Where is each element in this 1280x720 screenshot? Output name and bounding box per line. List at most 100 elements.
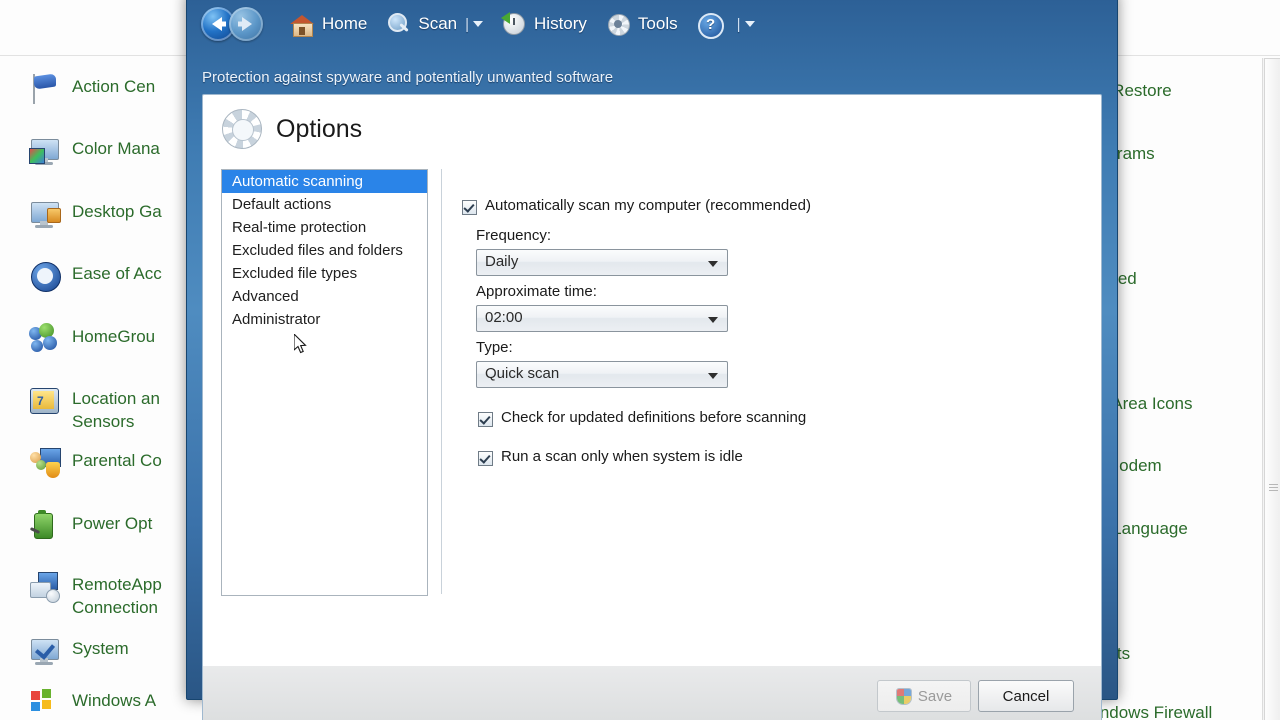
auto-scan-checkbox[interactable] (462, 200, 477, 215)
uac-shield-icon (895, 687, 912, 705)
windows-anytime-upgrade-icon (28, 686, 62, 720)
idle-scan-checkbox[interactable] (478, 451, 493, 466)
category-item-default-actions[interactable]: Default actions (222, 193, 427, 216)
toolbar-separator: | (465, 15, 470, 33)
mouse-cursor (294, 334, 307, 354)
toolbar-tools-label: Tools (637, 14, 678, 33)
cp-item-label: System (72, 639, 129, 658)
parental-controls-icon (28, 446, 62, 480)
toolbar-separator-2: | (736, 15, 741, 33)
check-updates-checkbox[interactable] (478, 412, 493, 427)
cancel-button[interactable]: Cancel (978, 680, 1074, 712)
options-dialog: Options Automatic scanning Default actio… (202, 94, 1102, 668)
page-title: Options (276, 115, 363, 143)
defender-subtitle: Protection against spyware and potential… (202, 69, 614, 86)
chevron-down-icon (708, 261, 718, 267)
chevron-down-icon-2[interactable] (744, 21, 755, 27)
cp-item-ease-of-access[interactable]: Ease of Acc (28, 259, 162, 293)
toolbar-home[interactable]: Home (289, 11, 367, 37)
toolbar-home-label: Home (322, 14, 368, 33)
toolbar-tools[interactable]: Tools (605, 11, 678, 37)
color-management-icon (28, 134, 62, 168)
flag-icon (28, 72, 62, 106)
approximate-time-label: Approximate time: (476, 283, 597, 300)
toolbar-history[interactable]: History (501, 11, 587, 37)
options-header: Options (203, 95, 1101, 159)
homegroup-icon (28, 322, 62, 356)
location-sensors-icon: 7 (28, 384, 62, 418)
cp-item-homegroup[interactable]: HomeGrou (28, 322, 155, 356)
frequency-value: Daily (485, 253, 519, 270)
category-item-excluded-files-and-folders[interactable]: Excluded files and folders (222, 239, 427, 262)
options-gear-icon (222, 109, 262, 149)
screen: Action Cen Color Mana Desktop Ga Ease of… (0, 0, 1280, 720)
system-icon (28, 634, 62, 668)
toolbar-scan-label: Scan (418, 14, 458, 33)
cp-item-label: Ease of Acc (72, 264, 162, 283)
cp-item-label: Location an Sensors (72, 389, 160, 431)
category-item-advanced[interactable]: Advanced (222, 285, 427, 308)
type-label: Type: (476, 339, 513, 356)
desktop-gadgets-icon (28, 197, 62, 231)
cp-item-label: Power Opt (72, 514, 153, 533)
idle-scan-label: Run a scan only when system is idle (501, 448, 743, 465)
cp-item-label: RemoteApp Connection (72, 575, 162, 617)
approximate-time-select[interactable]: 02:00 (476, 305, 728, 332)
cp-item-desktop-gadgets[interactable]: Desktop Ga (28, 197, 162, 231)
cp-item-label: Action Cen (72, 77, 156, 96)
save-button-label: Save (917, 687, 953, 705)
save-button[interactable]: Save (877, 680, 971, 712)
check-updates-label: Check for updated definitions before sca… (501, 409, 807, 426)
type-select[interactable]: Quick scan (476, 361, 728, 388)
toolbar-scan[interactable]: Scan | (385, 11, 484, 37)
cp-item-system[interactable]: System (28, 634, 129, 668)
cp-item-label: Desktop Ga (72, 202, 162, 221)
scrollbar-thumb[interactable] (1264, 58, 1280, 720)
frequency-label: Frequency: (476, 227, 552, 244)
category-item-excluded-file-types[interactable]: Excluded file types (222, 262, 427, 285)
toolbar-help[interactable]: ? | (696, 11, 755, 39)
chevron-down-icon (708, 317, 718, 323)
chevron-down-icon (708, 373, 718, 379)
cp-item-parental-controls[interactable]: Parental Co (28, 446, 162, 480)
category-item-automatic-scanning[interactable]: Automatic scanning (222, 170, 427, 193)
power-options-icon (28, 509, 62, 543)
options-footer: Save Cancel (202, 666, 1102, 720)
home-icon (289, 11, 315, 37)
cp-item-label: HomeGrou (72, 327, 156, 346)
cp-item-label: Windows A (72, 691, 157, 710)
options-detail-pane: Automatically scan my computer (recommen… (441, 169, 1087, 594)
gear-icon (605, 11, 631, 37)
ease-of-access-icon (28, 259, 62, 293)
check-updates-checkbox-row[interactable]: Check for updated definitions before sca… (478, 409, 806, 427)
chevron-down-icon[interactable] (473, 21, 484, 27)
cp-item-label: Color Mana (72, 139, 160, 158)
remoteapp-icon (28, 570, 62, 604)
idle-scan-checkbox-row[interactable]: Run a scan only when system is idle (478, 448, 743, 466)
toolbar-history-label: History (534, 14, 587, 33)
cp-item-location-and-sensors[interactable]: 7 Location an Sensors (28, 384, 160, 433)
cancel-button-label: Cancel (1002, 687, 1050, 705)
frequency-select[interactable]: Daily (476, 249, 728, 276)
forward-button[interactable] (229, 7, 263, 41)
defender-toolbar: Home Scan | History Tools ? | (201, 1, 1103, 47)
options-category-list[interactable]: Automatic scanning Default actions Real-… (221, 169, 428, 596)
category-item-real-time-protection[interactable]: Real-time protection (222, 216, 427, 239)
scrollbar-grip (1269, 484, 1278, 491)
control-panel-scrollbar[interactable] (1262, 58, 1280, 720)
cp-item-label: Parental Co (72, 451, 162, 470)
cp-item-remoteapp-connections[interactable]: RemoteApp Connection (28, 570, 162, 619)
category-item-administrator[interactable]: Administrator (222, 308, 427, 331)
cp-item-action-center[interactable]: Action Cen (28, 72, 155, 106)
type-value: Quick scan (485, 365, 560, 382)
history-icon (501, 11, 527, 37)
auto-scan-label: Automatically scan my computer (recommen… (485, 197, 811, 214)
cp-item-power-options[interactable]: Power Opt (28, 509, 152, 543)
approximate-time-value: 02:00 (485, 309, 523, 326)
auto-scan-checkbox-row[interactable]: Automatically scan my computer (recommen… (462, 197, 811, 215)
windows-defender-window: Home Scan | History Tools ? | Protection… (186, 0, 1118, 720)
help-icon[interactable]: ? (696, 11, 724, 39)
cp-item-windows-anytime-upgrade[interactable]: Windows A (28, 686, 156, 720)
cp-item-color-management[interactable]: Color Mana (28, 134, 160, 168)
help-question-mark: ? (697, 13, 724, 39)
